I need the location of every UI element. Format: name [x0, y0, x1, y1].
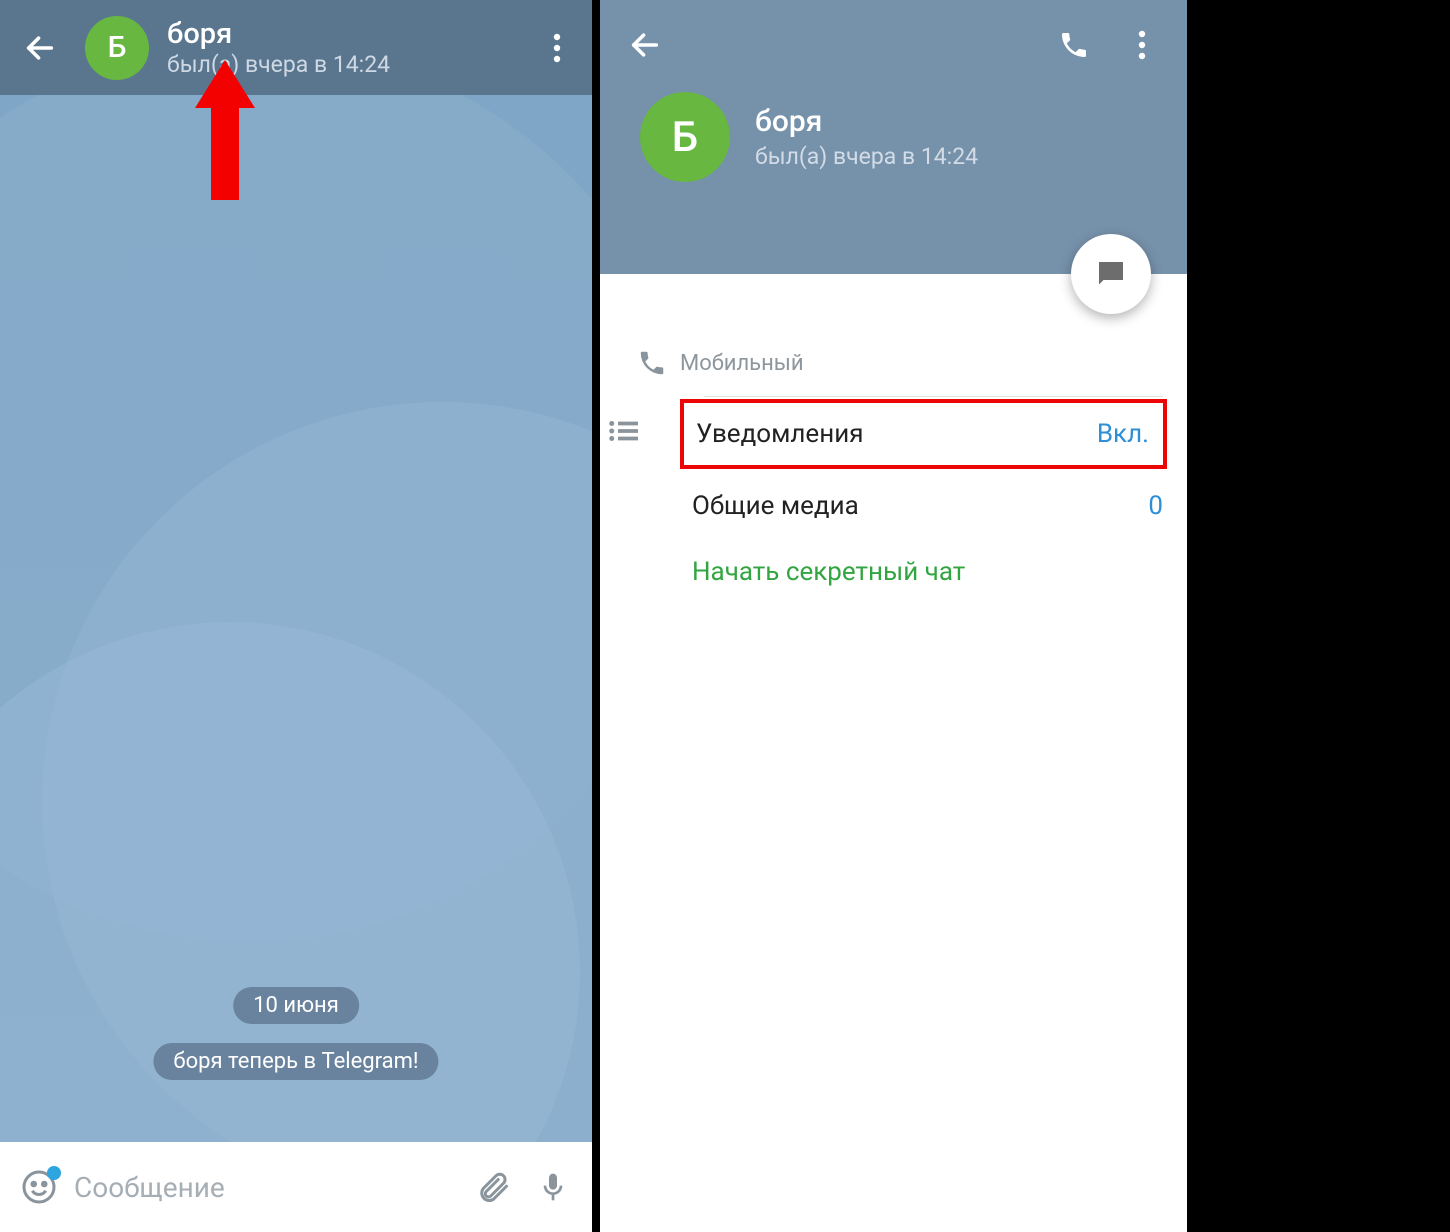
screenshot-divider [592, 0, 600, 1232]
attach-button[interactable] [468, 1162, 518, 1212]
more-menu-button[interactable] [1117, 20, 1167, 70]
more-menu-button[interactable] [537, 28, 577, 68]
notifications-value: Вкл. [1097, 419, 1149, 449]
avatar-letter: Б [672, 113, 698, 162]
emoji-button[interactable] [14, 1162, 64, 1212]
message-fab[interactable] [1071, 234, 1151, 314]
notifications-label: Уведомления [696, 419, 1097, 449]
arrow-left-icon [628, 28, 662, 62]
shared-media-row[interactable]: Общие медиа 0 [680, 473, 1187, 539]
phone-icon [637, 348, 667, 378]
chat-title: боря [167, 17, 390, 51]
call-button[interactable] [1049, 20, 1099, 70]
profile-name: боря [755, 104, 978, 139]
list-icon [608, 419, 638, 443]
back-button[interactable] [15, 23, 65, 73]
notification-dot [47, 1166, 61, 1180]
shared-media-label: Общие медиа [692, 491, 1148, 521]
back-button[interactable] [620, 20, 670, 70]
kebab-icon [1138, 30, 1146, 60]
kebab-icon [553, 33, 561, 63]
phone-icon [1058, 29, 1090, 61]
notifications-row[interactable]: Уведомления Вкл. [680, 399, 1167, 469]
annotation-arrow [195, 60, 255, 200]
chat-background[interactable]: 10 июня боря теперь в Telegram! [0, 95, 592, 1142]
date-pill: 10 июня [233, 987, 359, 1024]
profile-content: Мобильный Уведомления Вкл. Общие медиа 0… [600, 274, 1187, 1232]
avatar[interactable]: Б [640, 92, 730, 182]
system-message: боря теперь в Telegram! [153, 1043, 438, 1080]
message-input-bar [0, 1142, 592, 1232]
paperclip-icon [475, 1169, 511, 1205]
secret-chat-label: Начать секретный чат [692, 557, 965, 587]
secret-chat-row[interactable]: Начать секретный чат [680, 539, 1187, 605]
avatar-letter: Б [108, 30, 127, 65]
profile-header: Б боря был(а) вчера в 14:24 [600, 0, 1187, 274]
profile-topbar [620, 10, 1167, 80]
phone-label: Мобильный [680, 351, 1163, 376]
shared-media-value: 0 [1148, 491, 1163, 521]
mic-icon [537, 1168, 569, 1206]
message-icon [1093, 256, 1129, 292]
voice-button[interactable] [528, 1162, 578, 1212]
chat-header[interactable]: Б боря был(а) вчера в 14:24 [0, 0, 592, 95]
phone-row[interactable]: Мобильный [600, 329, 1187, 396]
profile-info: Б боря был(а) вчера в 14:24 [620, 92, 1167, 182]
arrow-left-icon [23, 31, 57, 65]
message-input[interactable] [74, 1171, 458, 1204]
profile-status: был(а) вчера в 14:24 [755, 143, 978, 170]
chat-screen: Б боря был(а) вчера в 14:24 10 июня боря… [0, 0, 592, 1232]
avatar[interactable]: Б [85, 16, 149, 80]
profile-screen: Б боря был(а) вчера в 14:24 Мобильный [600, 0, 1187, 1232]
